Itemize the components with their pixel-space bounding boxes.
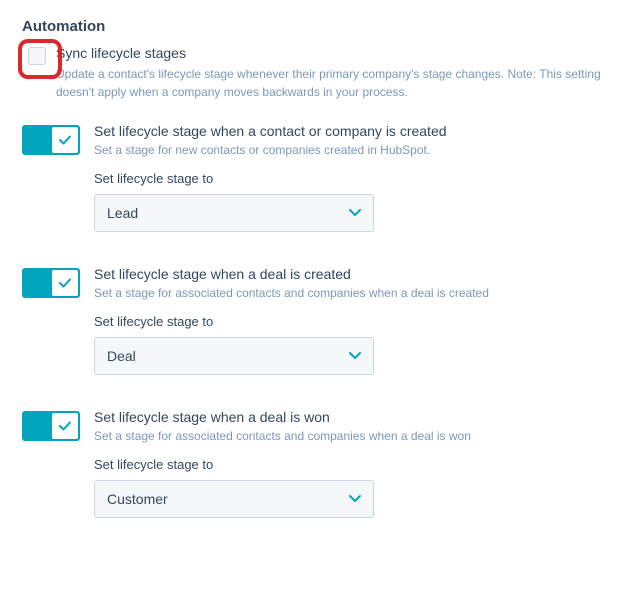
- section-title: Automation: [22, 18, 601, 35]
- chevron-down-icon: [349, 495, 361, 503]
- setting-deal-created: Set lifecycle stage when a deal is creat…: [22, 266, 601, 375]
- sync-checkbox-wrap: [22, 45, 52, 65]
- toggle-thumb: [52, 413, 78, 439]
- chevron-down-icon: [349, 209, 361, 217]
- sync-lifecycle-desc: Update a contact's lifecycle stage whene…: [56, 65, 601, 101]
- select-value: Customer: [107, 491, 168, 507]
- setting-deal-won: Set lifecycle stage when a deal is won S…: [22, 409, 601, 518]
- setting-desc: Set a stage for associated contacts and …: [94, 286, 601, 300]
- setting-title: Set lifecycle stage when a deal is won: [94, 409, 601, 425]
- toggle-contact-created[interactable]: [22, 125, 80, 155]
- select-label: Set lifecycle stage to: [94, 457, 601, 472]
- toggle-thumb: [52, 127, 78, 153]
- sync-lifecycle-label: Sync lifecycle stages: [56, 45, 601, 61]
- setting-title: Set lifecycle stage when a contact or co…: [94, 123, 601, 139]
- lifecycle-select-deal[interactable]: Deal: [94, 337, 374, 375]
- toggle-deal-won[interactable]: [22, 411, 80, 441]
- check-icon: [58, 276, 72, 290]
- setting-title: Set lifecycle stage when a deal is creat…: [94, 266, 601, 282]
- lifecycle-select-won[interactable]: Customer: [94, 480, 374, 518]
- check-icon: [58, 419, 72, 433]
- chevron-down-icon: [349, 352, 361, 360]
- lifecycle-select-contact[interactable]: Lead: [94, 194, 374, 232]
- select-label: Set lifecycle stage to: [94, 314, 601, 329]
- setting-desc: Set a stage for associated contacts and …: [94, 429, 601, 443]
- sync-lifecycle-checkbox[interactable]: [28, 47, 46, 65]
- setting-contact-created: Set lifecycle stage when a contact or co…: [22, 123, 601, 232]
- toggle-thumb: [52, 270, 78, 296]
- sync-lifecycle-row: Sync lifecycle stages Update a contact's…: [22, 45, 601, 101]
- setting-desc: Set a stage for new contacts or companie…: [94, 143, 601, 157]
- check-icon: [58, 133, 72, 147]
- toggle-deal-created[interactable]: [22, 268, 80, 298]
- select-label: Set lifecycle stage to: [94, 171, 601, 186]
- select-value: Deal: [107, 348, 136, 364]
- select-value: Lead: [107, 205, 138, 221]
